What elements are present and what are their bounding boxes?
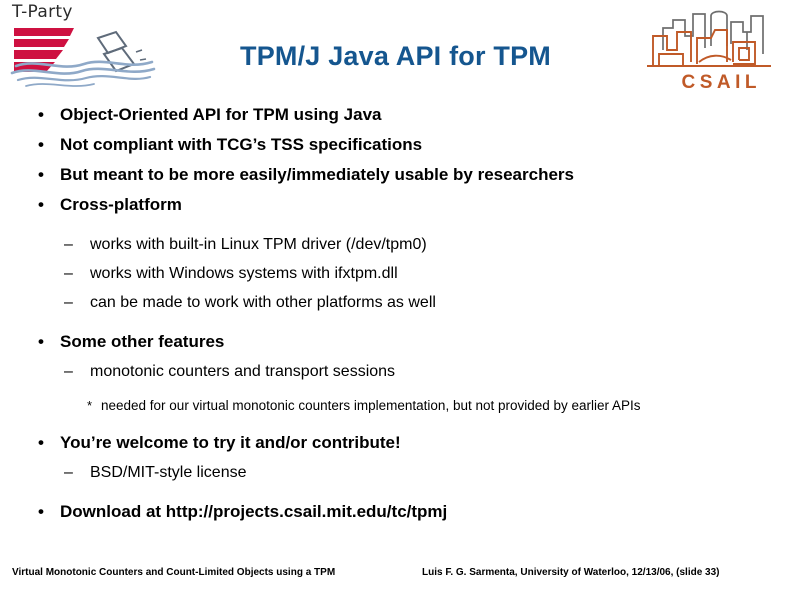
- csail-wordmark-text: CSAIL: [682, 72, 762, 93]
- bullet-item: • You’re welcome to try it and/or contri…: [0, 428, 791, 458]
- bullet-item: • But meant to be more easily/immediatel…: [0, 160, 791, 190]
- bullet-item: • Cross-platform: [0, 190, 791, 220]
- footer-presentation-title: Virtual Monotonic Counters and Count-Lim…: [12, 567, 336, 578]
- sub-bullet-marker: –: [64, 294, 73, 311]
- bullet-item: • Some other features: [0, 327, 791, 357]
- sub-bullet-marker: –: [64, 363, 73, 380]
- bullet-text: Cross-platform: [60, 195, 182, 214]
- footer-author-and-slide-number: Luis F. G. Sarmenta, University of Water…: [422, 567, 720, 578]
- t-party-wordmark: T-Party: [12, 2, 73, 22]
- bullet-text: Not compliant with TCG’s TSS specificati…: [60, 135, 423, 154]
- bullet-item: • Not compliant with TCG’s TSS specifica…: [0, 130, 791, 160]
- slide-body: • Object-Oriented API for TPM using Java…: [0, 100, 791, 527]
- bullet-marker: •: [38, 105, 44, 124]
- sub-bullet-text: BSD/MIT-style license: [90, 464, 247, 481]
- sub-bullet-item: – BSD/MIT-style license: [0, 458, 791, 487]
- bullet-marker: •: [38, 195, 44, 214]
- bullet-marker: •: [38, 502, 44, 521]
- bullet-text: Object-Oriented API for TPM using Java: [60, 105, 382, 124]
- sub-bullet-item: – monotonic counters and transport sessi…: [0, 357, 791, 386]
- bullet-marker: •: [38, 135, 44, 154]
- bullet-text-download-link: Download at http://projects.csail.mit.ed…: [60, 502, 448, 521]
- sub-bullet-text: works with built-in Linux TPM driver (/d…: [90, 236, 427, 253]
- sub-bullet-marker: –: [64, 236, 73, 253]
- sub-bullet-text: can be made to work with other platforms…: [90, 294, 436, 311]
- sub-bullet-marker: –: [64, 464, 73, 481]
- sub-bullet-text: works with Windows systems with ifxtpm.d…: [90, 265, 398, 282]
- sub-bullet-text: monotonic counters and transport session…: [90, 363, 396, 380]
- bullet-text: But meant to be more easily/immediately …: [60, 165, 574, 184]
- sub-bullet-item: – can be made to work with other platfor…: [0, 288, 791, 317]
- bullet-text: You’re welcome to try it and/or contribu…: [60, 433, 401, 452]
- sub-bullet-item: – works with Windows systems with ifxtpm…: [0, 259, 791, 288]
- bullet-marker: •: [38, 433, 44, 452]
- note-text: needed for our virtual monotonic counter…: [101, 398, 641, 413]
- sub-bullet-item: – works with built-in Linux TPM driver (…: [0, 230, 791, 259]
- bullet-marker: •: [38, 332, 44, 351]
- sub-bullet-marker: –: [64, 265, 73, 282]
- bullet-text: Some other features: [60, 332, 225, 351]
- bullet-item: • Download at http://projects.csail.mit.…: [0, 497, 791, 527]
- note-item: * needed for our virtual monotonic count…: [87, 398, 641, 413]
- slide-footer: Virtual Monotonic Counters and Count-Lim…: [0, 567, 791, 589]
- bullet-marker: •: [38, 165, 44, 184]
- bullet-item: • Object-Oriented API for TPM using Java: [0, 100, 791, 130]
- slide-title: TPM/J Java API for TPM: [240, 41, 551, 71]
